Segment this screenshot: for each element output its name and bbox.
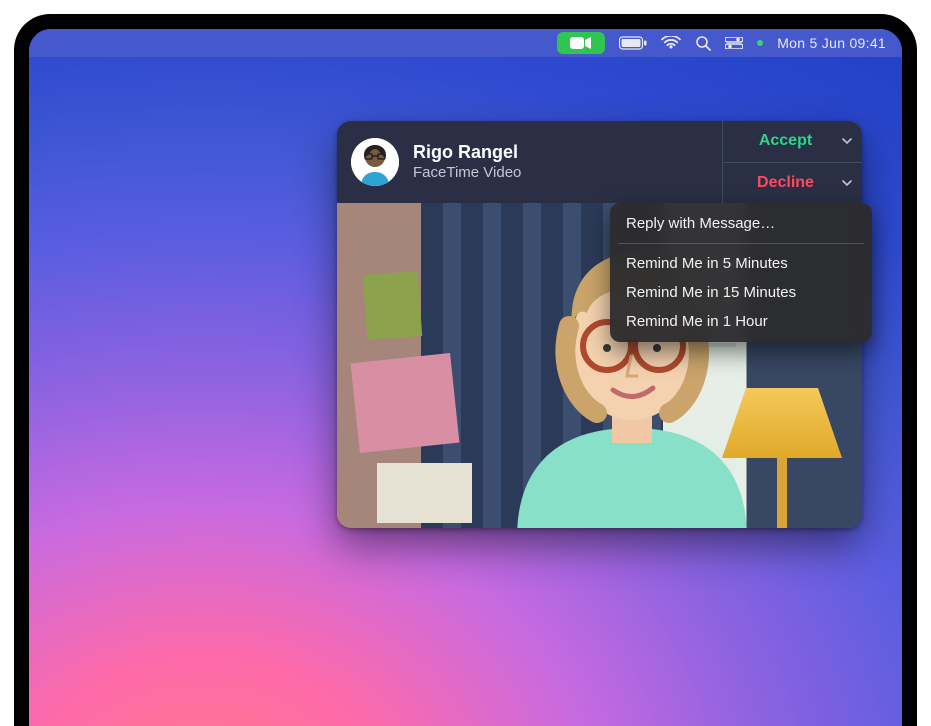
memoji-avatar-icon [351, 138, 399, 186]
accept-label: Accept [759, 132, 812, 150]
caller-name: Rigo Rangel [413, 141, 521, 164]
facetime-status-pill[interactable] [557, 32, 605, 54]
battery-icon[interactable] [619, 36, 647, 50]
video-camera-icon [570, 36, 592, 50]
menubar: Mon 5 Jun 09:41 [29, 29, 902, 57]
menu-separator [618, 243, 864, 244]
decline-button[interactable]: Decline [723, 162, 862, 204]
menubar-clock[interactable]: Mon 5 Jun 09:41 [777, 35, 886, 51]
spotlight-icon[interactable] [695, 35, 711, 51]
menu-item-reply-message[interactable]: Reply with Message… [610, 209, 872, 238]
control-center-icon[interactable] [725, 37, 743, 49]
chevron-down-icon[interactable] [842, 179, 852, 187]
desktop: Mon 5 Jun 09:41 [29, 29, 902, 726]
fabric-swatch [351, 353, 460, 453]
lamp-stand [777, 453, 787, 528]
chevron-down-icon[interactable] [842, 137, 852, 145]
device-frame: Mon 5 Jun 09:41 [14, 14, 917, 726]
menu-item-remind-15min[interactable]: Remind Me in 15 Minutes [610, 278, 872, 307]
caller-info: Rigo Rangel FaceTime Video [337, 121, 722, 203]
notification-header: Rigo Rangel FaceTime Video Accept Declin… [337, 121, 862, 203]
call-actions: Accept Decline [722, 121, 862, 203]
facetime-incoming-call-notification: Rigo Rangel FaceTime Video Accept Declin… [337, 121, 862, 528]
fabric-swatch [377, 463, 472, 523]
accept-button[interactable]: Accept [723, 121, 862, 162]
decline-label: Decline [757, 174, 814, 192]
caller-avatar [351, 138, 399, 186]
call-type-label: FaceTime Video [413, 164, 521, 183]
fabric-swatch [363, 271, 422, 340]
wifi-icon[interactable] [661, 36, 681, 50]
privacy-indicator-dot [757, 40, 763, 46]
decline-options-menu: Reply with Message… Remind Me in 5 Minut… [610, 203, 872, 342]
menu-item-remind-5min[interactable]: Remind Me in 5 Minutes [610, 249, 872, 278]
menu-item-remind-1hour[interactable]: Remind Me in 1 Hour [610, 307, 872, 336]
device-bezel: Mon 5 Jun 09:41 [24, 24, 907, 726]
